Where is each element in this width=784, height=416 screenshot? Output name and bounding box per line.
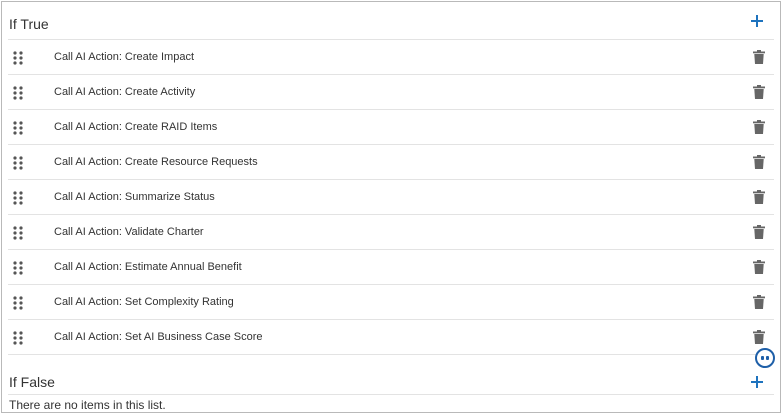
drag-handle-icon[interactable] [13,226,23,240]
drag-handle-icon[interactable] [13,156,23,170]
list-item-label: Call AI Action: Create RAID Items [54,121,218,133]
condition-panel: If True Call AI Action: Create Impact Ca… [1,1,781,413]
list-item-label: Call AI Action: Validate Charter [54,226,204,238]
list-item-5[interactable]: Call AI Action: Summarize Status [8,180,774,215]
drag-handle-icon[interactable] [13,331,23,345]
if-false-empty-message: There are no items in this list. [9,398,166,412]
trash-icon[interactable] [753,120,765,134]
if-false-title: If False [9,374,55,390]
add-true-item-button[interactable] [748,12,766,30]
list-item-9[interactable]: Call AI Action: Set AI Business Case Sco… [8,320,774,355]
trash-icon[interactable] [753,225,765,239]
list-item-8[interactable]: Call AI Action: Set Complexity Rating [8,285,774,320]
if-true-list: Call AI Action: Create Impact Call AI Ac… [2,40,780,355]
list-item-3[interactable]: Call AI Action: Create RAID Items [8,110,774,145]
drag-handle-icon[interactable] [13,191,23,205]
chat-eye-right [766,356,769,360]
if-false-header: If False [8,355,774,395]
trash-icon[interactable] [753,295,765,309]
list-item-label: Call AI Action: Create Impact [54,51,195,63]
drag-handle-icon[interactable] [13,296,23,310]
chat-eye-left [761,356,764,360]
trash-icon[interactable] [753,190,765,204]
list-item-label: Call AI Action: Create Resource Requests [54,156,258,168]
list-item-label: Call AI Action: Set AI Business Case Sco… [54,331,263,343]
if-true-header: If True [8,2,774,40]
list-item-6[interactable]: Call AI Action: Validate Charter [8,215,774,250]
list-item-label: Call AI Action: Summarize Status [54,191,215,203]
drag-handle-icon[interactable] [13,51,23,65]
list-item-label: Call AI Action: Create Activity [54,86,196,98]
if-true-title: If True [9,16,49,32]
trash-icon[interactable] [753,155,765,169]
drag-handle-icon[interactable] [13,86,23,100]
list-item-4[interactable]: Call AI Action: Create Resource Requests [8,145,774,180]
trash-icon[interactable] [753,50,765,64]
trash-icon[interactable] [753,85,765,99]
drag-handle-icon[interactable] [13,261,23,275]
drag-handle-icon[interactable] [13,121,23,135]
add-false-item-button[interactable] [748,373,766,391]
chat-assistant-icon[interactable] [755,348,775,368]
list-item-label: Call AI Action: Set Complexity Rating [54,296,234,308]
list-item-7[interactable]: Call AI Action: Estimate Annual Benefit [8,250,774,285]
list-item-2[interactable]: Call AI Action: Create Activity [8,75,774,110]
trash-icon[interactable] [753,260,765,274]
list-item-1[interactable]: Call AI Action: Create Impact [8,40,774,75]
trash-icon[interactable] [753,330,765,344]
list-item-label: Call AI Action: Estimate Annual Benefit [54,261,242,273]
